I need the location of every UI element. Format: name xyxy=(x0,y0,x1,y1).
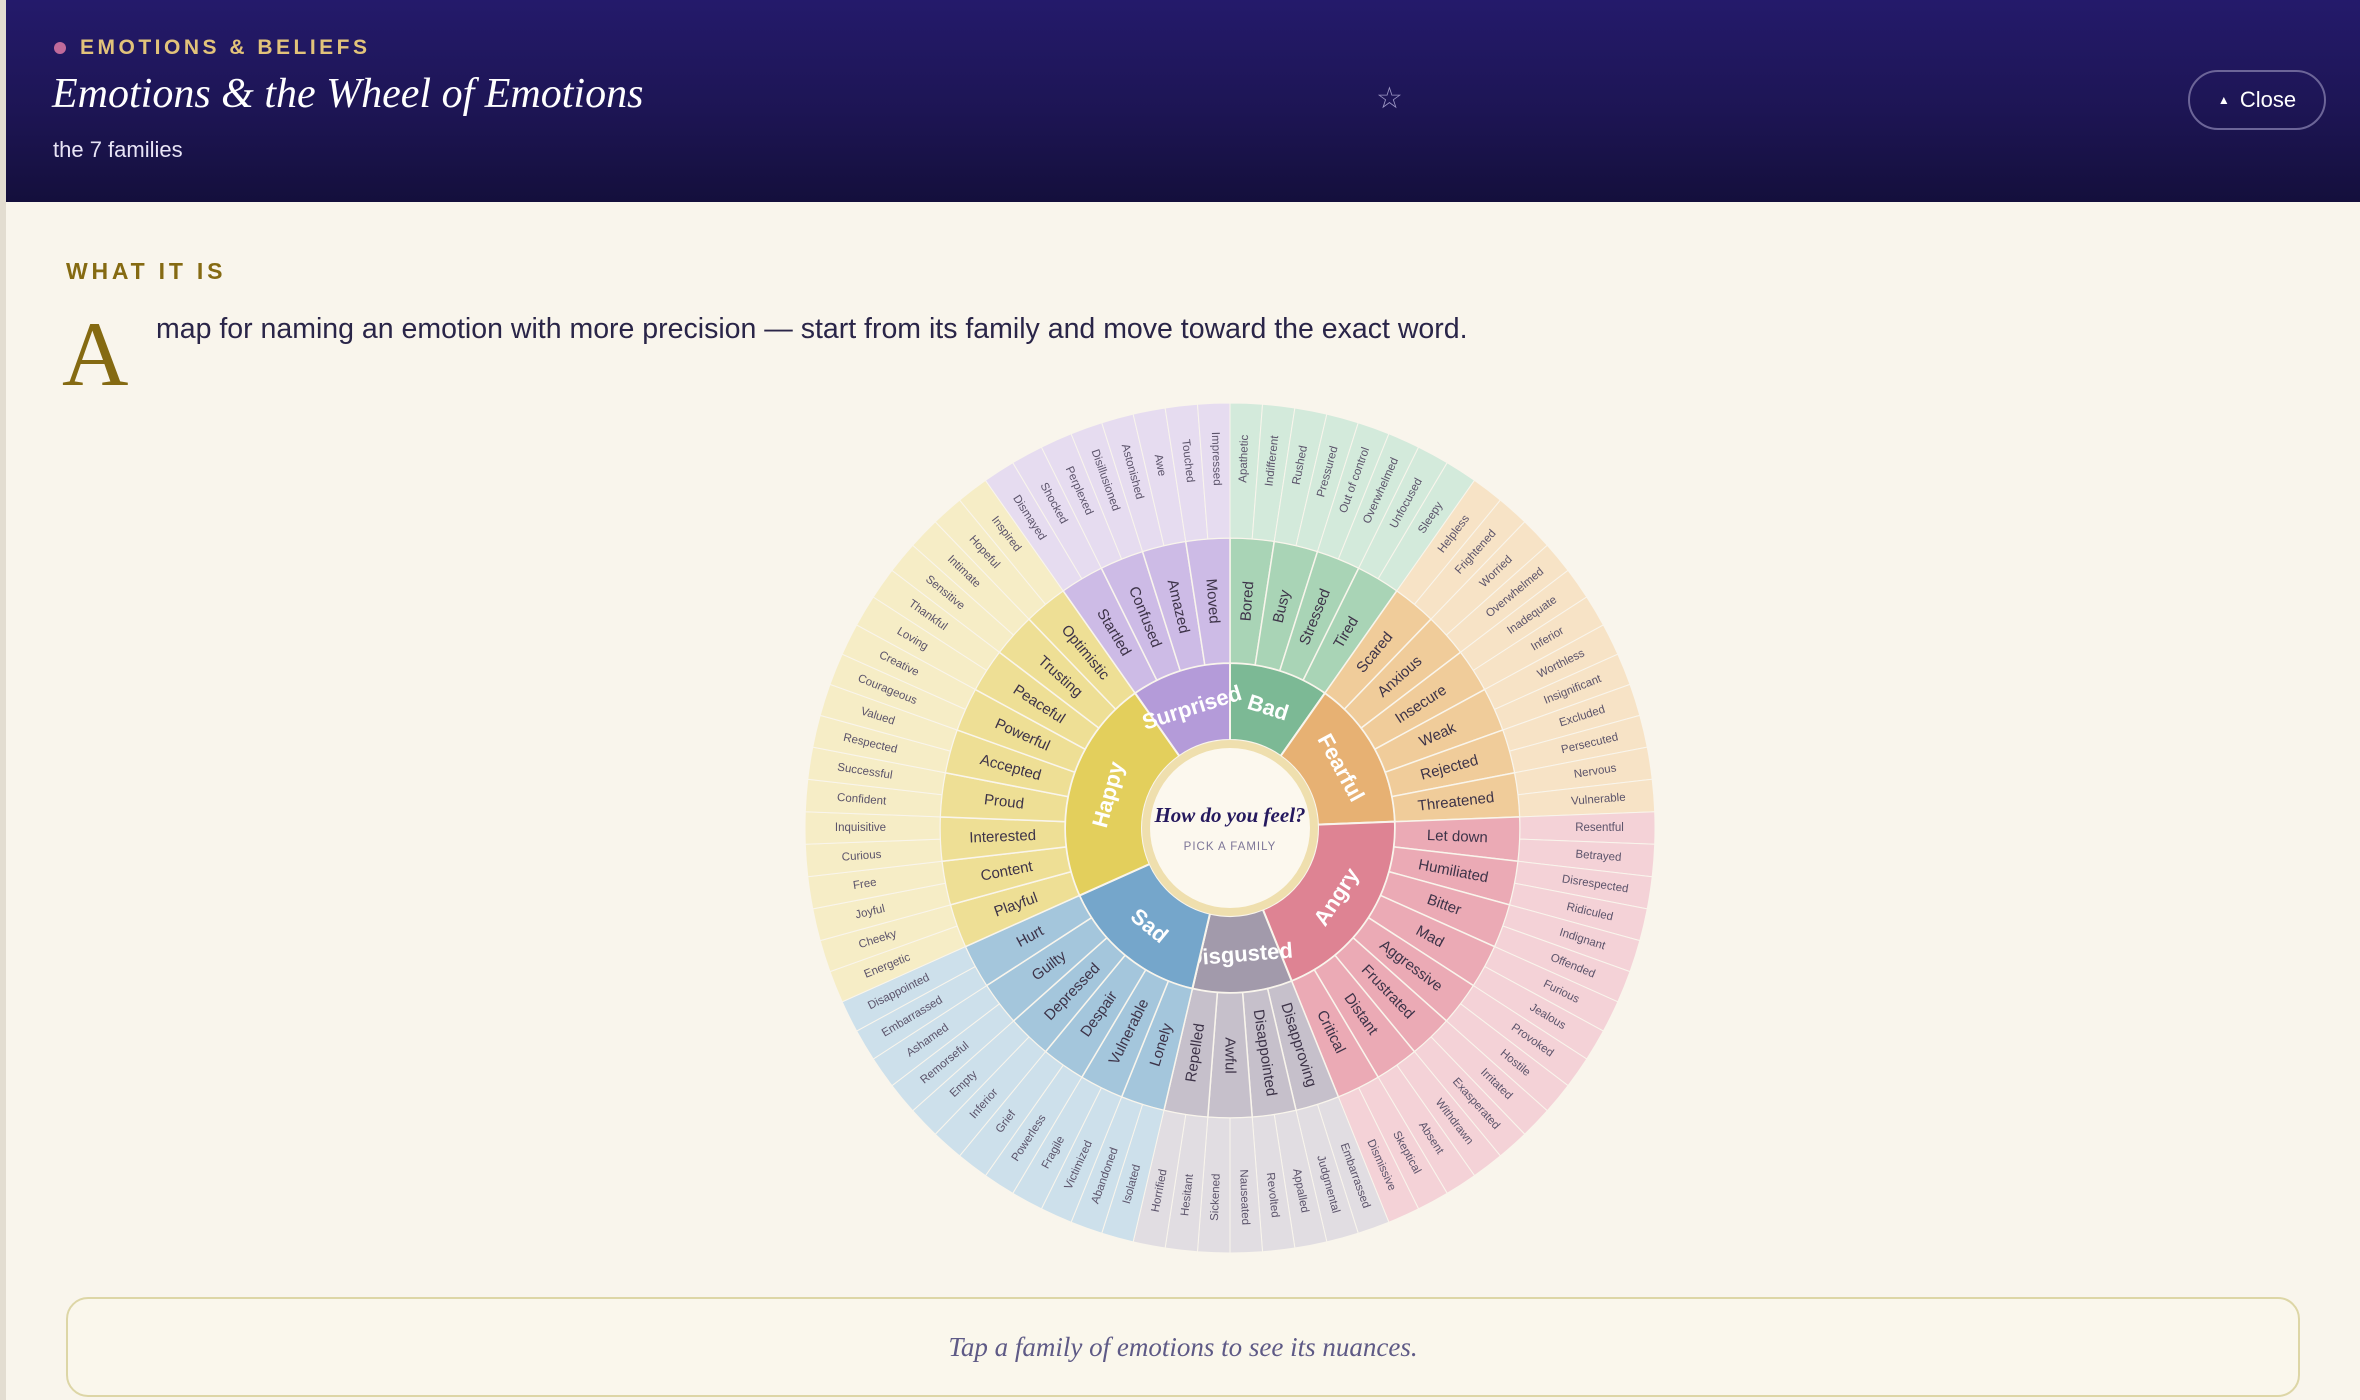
header: EMOTIONS & BELIEFS Emotions & the Wheel … xyxy=(6,0,2360,202)
close-button-label: Close xyxy=(2239,87,2297,112)
caret-up-icon: ▲ xyxy=(2217,93,2230,107)
nuance-label: Nauseated xyxy=(1237,1169,1251,1225)
star-outline-icon[interactable]: ☆ xyxy=(1376,84,1403,114)
nuance-label: Resentful xyxy=(1575,822,1624,834)
page-subtitle: the 7 families xyxy=(53,137,183,162)
subemotion-label: Bored xyxy=(1237,581,1257,622)
close-button[interactable]: ▲ Close xyxy=(2188,70,2326,130)
drop-cap: A xyxy=(62,303,129,405)
nuance-label: Inquisitive xyxy=(835,822,886,834)
nuance-label: Impressed xyxy=(1209,432,1223,486)
nuance-panel: Tap a family of emotions to see its nuan… xyxy=(66,1297,2300,1397)
category-label: EMOTIONS & BELIEFS xyxy=(54,36,371,60)
nuance-label: Sickened xyxy=(1209,1173,1223,1221)
page: EMOTIONS & BELIEFS Emotions & the Wheel … xyxy=(0,0,2360,1400)
center-title: How do you feel? xyxy=(1153,803,1305,827)
nuance-hint: Tap a family of emotions to see its nuan… xyxy=(948,1331,1418,1362)
emotion-wheel: Bored Apathetic Indifferent Busy Rushed Press… xyxy=(780,378,1680,1278)
nuance-label: Apathetic xyxy=(1237,434,1251,483)
section-title: WHAT IT IS xyxy=(66,258,227,284)
lead-text: map for naming an emotion with more prec… xyxy=(156,313,1468,345)
subemotion-label: Moved xyxy=(1202,578,1222,624)
category-dot-icon xyxy=(54,42,66,54)
subemotion-label: Interested xyxy=(969,827,1036,847)
category-text: EMOTIONS & BELIEFS xyxy=(80,36,371,59)
page-title: Emotions & the Wheel of Emotions xyxy=(52,71,644,117)
left-edge xyxy=(0,0,6,1400)
subemotion-label: Awful xyxy=(1222,1037,1239,1073)
center-subtitle: PICK A FAMILY xyxy=(1184,841,1277,853)
subemotion-label: Let down xyxy=(1427,827,1488,846)
center-button[interactable] xyxy=(1150,748,1310,908)
emotion-wheel-svg: BoredApathetic IndifferentBusyRushed Press… xyxy=(804,402,1656,1254)
